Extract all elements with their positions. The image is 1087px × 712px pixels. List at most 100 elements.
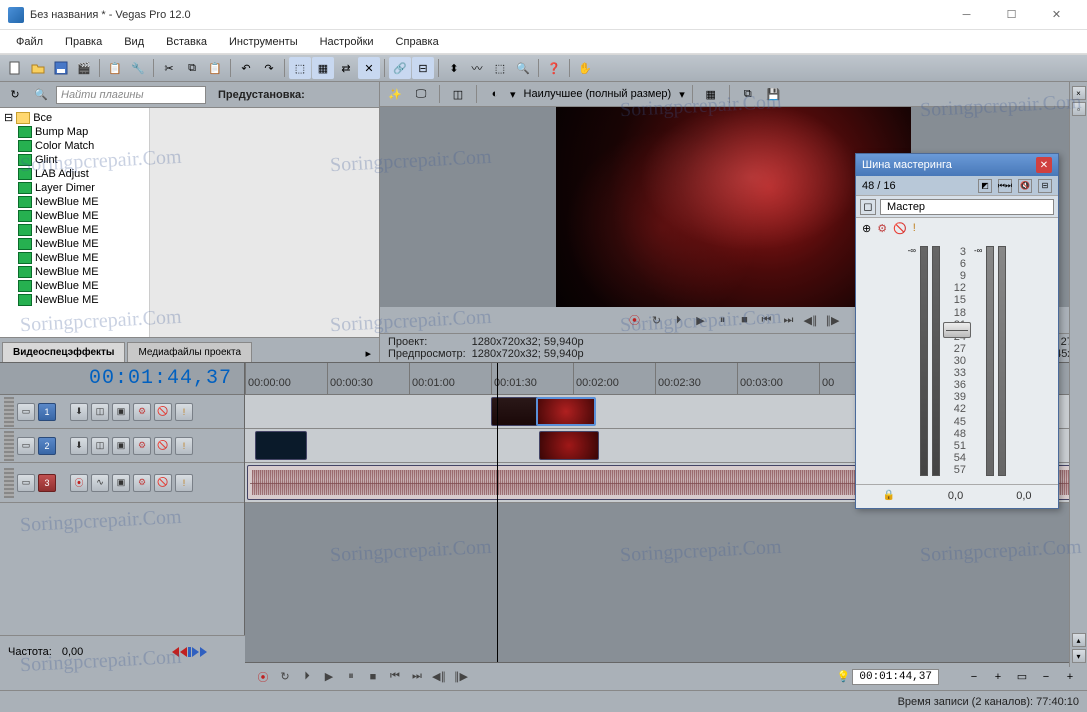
solo-icon[interactable]: ! xyxy=(175,437,193,455)
go-end-icon[interactable]: ⏭ xyxy=(779,311,799,329)
redo-icon[interactable]: ↷ xyxy=(258,57,280,79)
zoom-tool-icon[interactable]: ▭ xyxy=(1011,666,1033,688)
solo-icon[interactable]: ! xyxy=(913,222,916,234)
track-fx-icon[interactable]: ▣ xyxy=(112,437,130,455)
save-snapshot-icon[interactable]: 💾 xyxy=(763,83,785,105)
arm-record-icon[interactable]: ⦿ xyxy=(70,474,88,492)
automation-icon[interactable]: ⚙ xyxy=(877,222,887,235)
collapse-icon[interactable]: ⊟ xyxy=(4,111,13,124)
menu-insert[interactable]: Вставка xyxy=(156,33,217,51)
lock-icon[interactable]: 🔗 xyxy=(389,57,411,79)
track-min-icon[interactable]: ▭ xyxy=(17,403,35,421)
master-fader[interactable] xyxy=(943,322,971,338)
play-start-icon[interactable]: ⏵ xyxy=(297,668,317,686)
mute-output-icon[interactable]: 🔇 xyxy=(1018,179,1032,193)
dock-min-icon[interactable]: × xyxy=(1072,86,1086,100)
plugin-search-input[interactable]: Найти плагины xyxy=(56,86,206,104)
autocrossfade-icon[interactable]: ✕ xyxy=(358,57,380,79)
mute-icon[interactable]: 🚫 xyxy=(154,474,172,492)
video-clip[interactable] xyxy=(255,431,307,460)
play-icon[interactable]: ▶ xyxy=(319,668,339,686)
mute-icon[interactable]: 🚫 xyxy=(154,437,172,455)
vscroll-down-icon[interactable]: ▾ xyxy=(1072,649,1086,663)
tab-video-fx[interactable]: Видеоспецэффекты xyxy=(2,342,125,362)
track-min-icon[interactable]: ▭ xyxy=(17,474,35,492)
loop-icon[interactable]: ↻ xyxy=(275,668,295,686)
maximize-button[interactable]: ☐ xyxy=(989,1,1034,29)
pause-icon[interactable]: ⏸ xyxy=(713,311,733,329)
bus-icon[interactable]: 🔧 xyxy=(127,57,149,79)
minimize-button[interactable]: ─ xyxy=(944,1,989,29)
zoom-in-v-icon[interactable]: + xyxy=(1059,666,1081,688)
refresh-plugins-icon[interactable]: ↻ xyxy=(4,84,26,106)
video-clip[interactable] xyxy=(536,397,596,426)
invert-phase-icon[interactable]: ∿ xyxy=(91,474,109,492)
save-icon[interactable] xyxy=(50,57,72,79)
menu-edit[interactable]: Правка xyxy=(55,33,112,51)
prev-frame-icon[interactable]: ◀∥ xyxy=(801,311,821,329)
track-min-icon[interactable]: ▭ xyxy=(17,437,35,455)
master-bus-panel[interactable]: Шина мастеринга ✕ 48 / 16 ◩ ⏮⏭ 🔇 ⊟ ◻ Мас… xyxy=(855,153,1059,509)
quantize-icon[interactable]: ▦ xyxy=(312,57,334,79)
cursor-timecode[interactable]: 00:01:44,37 xyxy=(852,669,939,685)
scrub-control[interactable] xyxy=(172,647,207,657)
search-icon[interactable]: 🔍 xyxy=(30,84,52,106)
automation-icon[interactable]: ⚙ xyxy=(133,403,151,421)
track-fx-icon[interactable]: ▣ xyxy=(112,403,130,421)
stop-icon[interactable]: ■ xyxy=(363,668,383,686)
autoripple-icon[interactable]: ⇄ xyxy=(335,57,357,79)
ignore-icon[interactable]: ⊟ xyxy=(412,57,434,79)
solo-icon[interactable]: ! xyxy=(175,474,193,492)
normal-edit-icon[interactable]: ⬍ xyxy=(443,57,465,79)
close-button[interactable]: ✕ xyxy=(1034,1,1079,29)
track-header-video-2[interactable]: ▭ 2 ⬇ ◫ ▣ ⚙ 🚫 ! xyxy=(0,429,244,463)
new-icon[interactable] xyxy=(4,57,26,79)
menu-tools[interactable]: Инструменты xyxy=(219,33,308,51)
copy-snapshot-icon[interactable]: ⧉ xyxy=(737,83,759,105)
loop-icon[interactable]: ↻ xyxy=(647,311,667,329)
next-frame-icon[interactable]: ∥▶ xyxy=(451,668,471,686)
record-icon[interactable]: ⦿ xyxy=(253,668,273,686)
ext-monitor-icon[interactable]: 🖵 xyxy=(410,83,432,105)
selection-icon[interactable]: ⬚ xyxy=(489,57,511,79)
playhead[interactable] xyxy=(497,363,498,662)
zoom-out-h-icon[interactable]: − xyxy=(963,666,985,688)
output-icon[interactable]: ◻ xyxy=(860,199,876,215)
zoom-icon[interactable]: 🔍 xyxy=(512,57,534,79)
overlays-icon[interactable]: ▦ xyxy=(700,83,722,105)
copy-icon[interactable]: ⧉ xyxy=(181,57,203,79)
snap-icon[interactable]: ⬚ xyxy=(289,57,311,79)
master-label[interactable]: Мастер xyxy=(880,199,1054,215)
undo-icon[interactable]: ↶ xyxy=(235,57,257,79)
track-number[interactable]: 3 xyxy=(38,474,56,492)
next-frame-icon[interactable]: ∥▶ xyxy=(823,311,843,329)
play-start-icon[interactable]: ⏵ xyxy=(669,311,689,329)
tab-scroll-icon[interactable]: ▸ xyxy=(359,345,377,362)
track-header-audio-1[interactable]: ▭ 3 ⦿ ∿ ▣ ⚙ 🚫 ! xyxy=(0,463,244,503)
plugin-tree[interactable]: ⊟Все Bump Map Color Match Glint LAB Adju… xyxy=(0,108,150,337)
automation-icon[interactable]: ⚙ xyxy=(133,474,151,492)
preview-fx-icon[interactable]: ✨ xyxy=(384,83,406,105)
menu-help[interactable]: Справка xyxy=(386,33,449,51)
go-start-icon[interactable]: ⏮ xyxy=(385,668,405,686)
pause-icon[interactable]: ⏸ xyxy=(341,668,361,686)
zoom-in-h-icon[interactable]: + xyxy=(987,666,1009,688)
prev-frame-icon[interactable]: ◀∥ xyxy=(429,668,449,686)
insert-fx-icon[interactable]: ⊕ xyxy=(862,222,871,235)
render-icon[interactable]: 🎬 xyxy=(73,57,95,79)
split-screen-icon[interactable]: ◫ xyxy=(447,83,469,105)
cut-icon[interactable]: ✂ xyxy=(158,57,180,79)
stop-icon[interactable]: ■ xyxy=(735,311,755,329)
tab-project-media[interactable]: Медиафайлы проекта xyxy=(127,342,252,362)
paste-icon[interactable]: 📋 xyxy=(204,57,226,79)
preview-quality-label[interactable]: Наилучшее (полный размер) xyxy=(520,88,676,100)
go-end-icon[interactable]: ⏭ xyxy=(407,668,427,686)
go-start-icon[interactable]: ⏮ xyxy=(757,311,777,329)
meter-layout-icon[interactable]: ⊟ xyxy=(1038,179,1052,193)
panel-close-icon[interactable]: ✕ xyxy=(1036,157,1052,173)
track-number[interactable]: 1 xyxy=(38,403,56,421)
dock-max-icon[interactable]: ▫ xyxy=(1072,102,1086,116)
marker-icon[interactable]: 💡 xyxy=(837,670,851,683)
play-icon[interactable]: ▶ xyxy=(691,311,711,329)
hand-icon[interactable]: ✋ xyxy=(574,57,596,79)
